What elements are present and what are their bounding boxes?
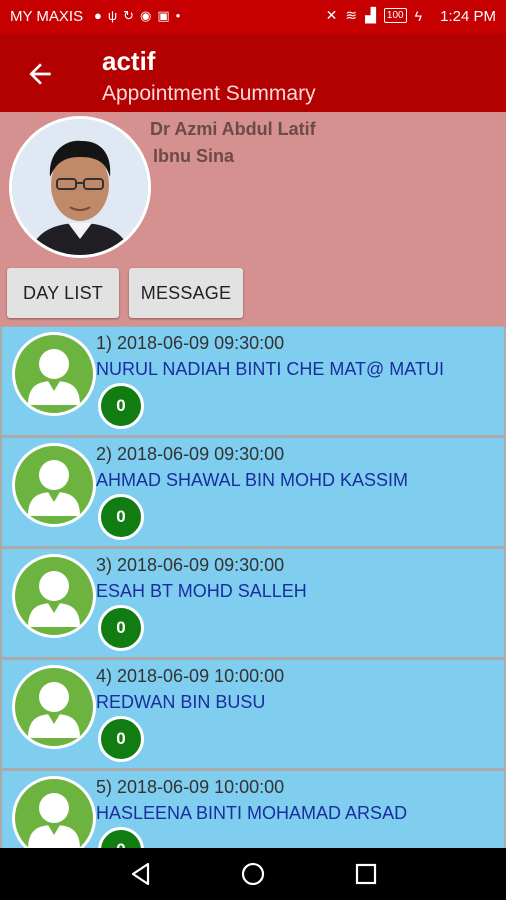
- app-bar: actif Appointment Summary: [0, 34, 506, 112]
- charging-icon: ϟ: [414, 7, 422, 24]
- globe-icon: ●: [94, 8, 102, 23]
- patient-name: ESAH BT MOHD SALLEH: [96, 581, 307, 601]
- image-icon: ▣: [157, 8, 170, 23]
- triangle-back-icon[interactable]: [128, 861, 154, 887]
- appointment-datetime: 1) 2018-06-09 09:30:00: [96, 333, 285, 353]
- person-avatar-icon: [12, 776, 96, 848]
- mute-icon: ✕: [325, 7, 338, 23]
- page-subtitle: Appointment Summary: [102, 82, 316, 105]
- patient-name: REDWAN BIN BUSU: [96, 692, 266, 712]
- day-list-button[interactable]: DAY LIST: [7, 268, 119, 318]
- square-recent-icon[interactable]: [353, 861, 379, 887]
- appointment-datetime: 3) 2018-06-09 09:30:00: [96, 555, 285, 575]
- signal-icon: ▟: [365, 7, 376, 23]
- patient-name: NURUL NADIAH BINTI CHE MAT@ MATUI: [96, 359, 444, 379]
- doctor-name: Dr Azmi Abdul Latif: [150, 119, 316, 139]
- doctor-profile: Dr Azmi Abdul Latif Ibnu Sina DAY LIST M…: [0, 112, 506, 326]
- person-avatar-icon: [12, 665, 96, 749]
- count-badge: 0: [98, 827, 144, 848]
- doctor-portrait-icon: [12, 119, 148, 255]
- arrow-left-icon[interactable]: [24, 58, 56, 90]
- list-item[interactable]: 3) 2018-06-09 09:30:00 ESAH BT MOHD SALL…: [2, 549, 504, 657]
- circle-home-icon[interactable]: [240, 861, 266, 887]
- system-icons: ✕ ≋ ▟ 100 ϟ: [326, 7, 422, 24]
- list-item[interactable]: 5) 2018-06-09 10:00:00 HASLEENA BINTI MO…: [2, 771, 504, 848]
- app-title: actif: [102, 46, 156, 76]
- system-nav-bar: [0, 848, 506, 900]
- count-badge: 0: [98, 494, 144, 540]
- message-button[interactable]: MESSAGE: [129, 268, 243, 318]
- more-dots-icon: •: [175, 8, 181, 23]
- patient-name: AHMAD SHAWAL BIN MOHD KASSIM: [96, 470, 409, 490]
- usb-icon: ψ: [107, 8, 118, 23]
- appointment-datetime: 4) 2018-06-09 10:00:00: [96, 666, 285, 686]
- list-item[interactable]: 1) 2018-06-09 09:30:00 NURUL NADIAH BINT…: [2, 327, 504, 435]
- count-badge: 0: [98, 605, 144, 651]
- count-badge: 0: [98, 716, 144, 762]
- appointment-list[interactable]: 1) 2018-06-09 09:30:00 NURUL NADIAH BINT…: [0, 326, 506, 848]
- list-item[interactable]: 4) 2018-06-09 10:00:00 REDWAN BIN BUSU 0: [2, 660, 504, 768]
- notification-icons: ● ψ ↻ ◉ ▣ •: [94, 8, 180, 24]
- battery-icon: 100: [383, 8, 407, 23]
- person-avatar-icon: [12, 443, 96, 527]
- appointment-datetime: 2) 2018-06-09 09:30:00: [96, 444, 285, 464]
- patient-name: HASLEENA BINTI MOHAMAD ARSAD: [96, 803, 408, 823]
- carrier-label: MY MAXIS: [10, 8, 84, 25]
- list-item[interactable]: 2) 2018-06-09 09:30:00 AHMAD SHAWAL BIN …: [2, 438, 504, 546]
- appointment-datetime: 5) 2018-06-09 10:00:00: [96, 777, 285, 797]
- clinic-name: Ibnu Sina: [153, 146, 234, 166]
- person-avatar-icon: [12, 554, 96, 638]
- count-badge: 0: [98, 383, 144, 429]
- sync-icon: ↻: [123, 8, 135, 23]
- chrome-icon: ◉: [140, 8, 152, 23]
- status-bar: MY MAXIS ● ψ ↻ ◉ ▣ • ✕ ≋ ▟ 100 ϟ 1:24 PM: [0, 0, 506, 34]
- clock: 1:24 PM: [440, 8, 496, 25]
- wifi-icon: ≋: [345, 7, 358, 23]
- doctor-photo: [9, 116, 151, 258]
- person-avatar-icon: [12, 332, 96, 416]
